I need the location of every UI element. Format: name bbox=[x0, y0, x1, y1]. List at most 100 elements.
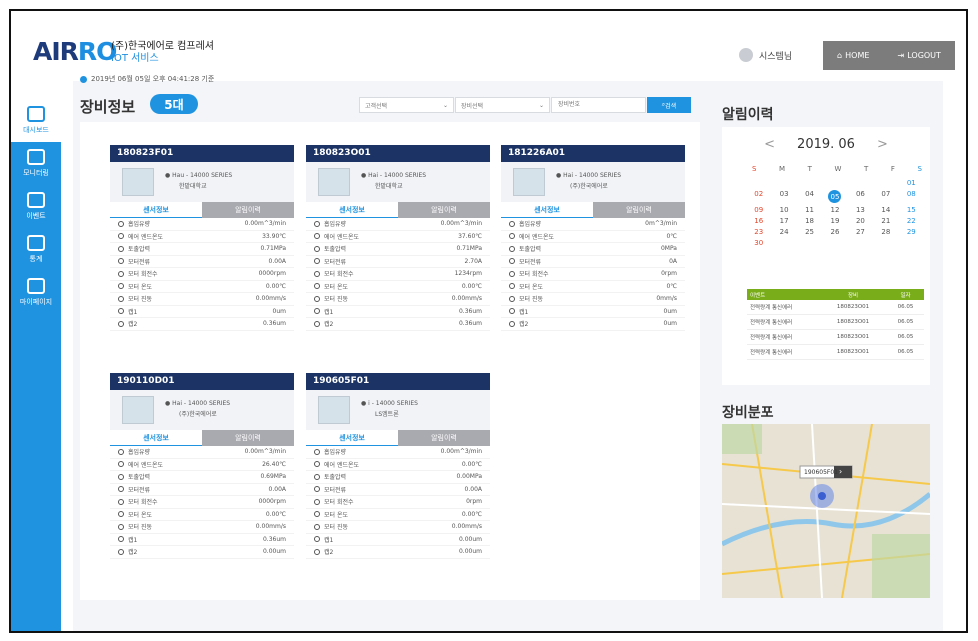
sensor-value: 0.00mm/s bbox=[451, 523, 482, 531]
calendar-day[interactable]: 06 bbox=[848, 190, 873, 203]
prev-month-button[interactable]: < bbox=[764, 137, 775, 152]
calendar-day[interactable]: 29 bbox=[899, 228, 924, 236]
customer-select[interactable]: 고객선택 ⌄ bbox=[359, 97, 454, 113]
event-cell: 180823O01 bbox=[836, 334, 870, 340]
calendar-day[interactable]: 18 bbox=[797, 217, 822, 225]
calendar-day[interactable]: 23 bbox=[746, 228, 771, 236]
sidebar-item-stats[interactable]: 통계 bbox=[11, 228, 61, 271]
tab-sensor-info[interactable]: 센서정보 bbox=[501, 202, 593, 218]
sidebar-item-mypage[interactable]: 마이페이지 bbox=[11, 271, 61, 314]
event-table-body: 전력량계 통신에러 180823O01 06.05 전력량계 통신에러 180823O0… bbox=[747, 300, 924, 360]
calendar-day[interactable]: 02 bbox=[746, 190, 771, 203]
equipment-number-input[interactable] bbox=[551, 97, 646, 113]
tab-alarm-history[interactable]: 알림이력 bbox=[202, 430, 294, 446]
sensor-label: 모터 회전수 bbox=[118, 269, 158, 278]
sensor-name: 토출압력 bbox=[519, 246, 542, 254]
tab-sensor-info[interactable]: 센서정보 bbox=[110, 202, 202, 218]
next-month-button[interactable]: > bbox=[877, 137, 888, 152]
sidebar-item-event[interactable]: 이벤트 bbox=[11, 185, 61, 228]
sensor-value: 0m^3/min bbox=[645, 220, 677, 228]
page-title: 장비정보 bbox=[80, 98, 136, 116]
event-row[interactable]: 전력량계 통신에러 180823O01 06.05 bbox=[747, 330, 924, 345]
tab-sensor-info[interactable]: 센서정보 bbox=[306, 430, 398, 446]
equipment-card[interactable]: 180823F01 ● Hau - 14000 SERIES 한밭대학교 센서정보 알림… bbox=[110, 145, 294, 360]
tab-alarm-history[interactable]: 알림이력 bbox=[593, 202, 685, 218]
sensor-row: 캡2 0.00um bbox=[306, 546, 490, 559]
sensor-icon bbox=[118, 498, 124, 505]
calendar-day[interactable]: 11 bbox=[797, 206, 822, 214]
event-header-cell: 일자 bbox=[900, 292, 911, 299]
user-info[interactable]: 시스템님 bbox=[739, 48, 792, 62]
compressor-image bbox=[122, 396, 154, 424]
equipment-select[interactable]: 장비선택 ⌄ bbox=[455, 97, 550, 113]
card-summary: ● Hai - 14000 SERIES 한밭대학교 bbox=[306, 162, 490, 202]
calendar-day[interactable]: 04 bbox=[797, 190, 822, 203]
logo[interactable]: AIRRO bbox=[33, 37, 117, 66]
sidebar-item-dashboard[interactable]: 대시보드 bbox=[11, 99, 61, 142]
tab-alarm-history[interactable]: 알림이력 bbox=[398, 430, 490, 446]
equipment-card[interactable]: 190605F01 ● i - 14000 SERIES LS엠트론 센서정보 알림이력… bbox=[306, 373, 490, 588]
company-label: (주)한국에어로 컴프레셔 bbox=[111, 41, 214, 52]
selected-day[interactable]: 05 bbox=[828, 190, 842, 203]
calendar-day[interactable]: 05 bbox=[822, 190, 847, 203]
event-cell: 전력량계 통신에러 bbox=[750, 350, 793, 356]
calendar-day[interactable]: 01 bbox=[899, 179, 924, 187]
sidebar-item-monitoring[interactable]: 모니터링 bbox=[11, 142, 61, 185]
calendar-day[interactable]: 07 bbox=[873, 190, 898, 203]
calendar-day[interactable]: 08 bbox=[899, 190, 924, 203]
sensor-row: 모터 진동 0.00mm/s bbox=[306, 521, 490, 534]
calendar-day[interactable]: 21 bbox=[873, 217, 898, 225]
sensor-value: 0rpm bbox=[661, 270, 677, 278]
tab-sensor-info[interactable]: 센서정보 bbox=[110, 430, 202, 446]
calendar-day[interactable]: 12 bbox=[822, 206, 847, 214]
calendar-day[interactable]: 09 bbox=[746, 206, 771, 214]
home-button[interactable]: ⌂ HOME bbox=[837, 51, 869, 60]
sensor-label: 토출압력 bbox=[118, 472, 150, 481]
sensor-value: 0A bbox=[669, 257, 677, 265]
calendar-day[interactable]: 13 bbox=[848, 206, 873, 214]
header: AIRRO (주)한국에어로 컴프레셔 IOT 서비스 시스템님 ⌂ HOME ⇥… bbox=[11, 11, 966, 71]
search-button[interactable]: ⌕ 검색 bbox=[647, 97, 691, 113]
calendar-day[interactable]: 28 bbox=[873, 228, 898, 236]
tab-alarm-history[interactable]: 알림이력 bbox=[202, 202, 294, 218]
sensor-value: 0.00mm/s bbox=[451, 295, 482, 303]
sensor-value: 0.00m^3/min bbox=[244, 220, 286, 228]
calendar-day[interactable]: 14 bbox=[873, 206, 898, 214]
calendar-day[interactable]: 25 bbox=[797, 228, 822, 236]
sensor-label: 캡1 bbox=[118, 307, 137, 316]
event-row[interactable]: 전력량계 통신에러 180823O01 06.05 bbox=[747, 300, 924, 315]
calendar-day[interactable]: 10 bbox=[771, 206, 796, 214]
calendar-day[interactable]: 24 bbox=[771, 228, 796, 236]
sensor-name: 모터 진동 bbox=[128, 296, 152, 304]
calendar-day[interactable]: 27 bbox=[848, 228, 873, 236]
sensor-label: 캡1 bbox=[118, 535, 137, 544]
calendar-day bbox=[822, 179, 847, 187]
equipment-card[interactable]: 180823O01 ● Hai - 14000 SERIES 한밭대학교 센서정보 알림… bbox=[306, 145, 490, 360]
equipment-map[interactable]: 190605F01 › bbox=[722, 424, 930, 598]
sensor-row: 모터 온도 0.00℃ bbox=[110, 281, 294, 293]
calendar-day[interactable]: 20 bbox=[848, 217, 873, 225]
calendar-day[interactable]: 15 bbox=[899, 206, 924, 214]
sensor-name: 모터 온도 bbox=[519, 283, 543, 291]
tab-alarm-history[interactable]: 알림이력 bbox=[398, 202, 490, 218]
event-cell: 06.05 bbox=[897, 334, 914, 340]
sensor-label: 모터 진동 bbox=[118, 522, 152, 531]
chevron-right-icon[interactable]: › bbox=[839, 467, 842, 476]
tab-sensor-info[interactable]: 센서정보 bbox=[306, 202, 398, 218]
customer-name: (주)한국에어로 bbox=[570, 183, 608, 190]
calendar-day[interactable]: 16 bbox=[746, 217, 771, 225]
equipment-card[interactable]: 181226A01 ● Hai - 14000 SERIES (주)한국에어로 센서정… bbox=[501, 145, 685, 360]
weekday-row: SMTWTFS bbox=[752, 165, 922, 173]
calendar-day[interactable]: 26 bbox=[822, 228, 847, 236]
calendar-day[interactable]: 19 bbox=[822, 217, 847, 225]
sensor-row: 모터 진동 0.00mm/s bbox=[110, 521, 294, 534]
calendar-day[interactable]: 17 bbox=[771, 217, 796, 225]
calendar-day[interactable]: 30 bbox=[746, 239, 771, 247]
calendar-day[interactable]: 22 bbox=[899, 217, 924, 225]
calendar-day[interactable]: 03 bbox=[771, 190, 796, 203]
event-row[interactable]: 전력량계 통신에러 180823O01 06.05 bbox=[747, 315, 924, 330]
event-row[interactable]: 전력량계 통신에러 180823O01 06.05 bbox=[747, 345, 924, 360]
equipment-card[interactable]: 190110D01 ● Hai - 14000 SERIES (주)한국에어로 센서정… bbox=[110, 373, 294, 588]
customer-name: LS엠트론 bbox=[375, 411, 399, 418]
logout-button[interactable]: ⇥ LOGOUT bbox=[898, 51, 941, 60]
